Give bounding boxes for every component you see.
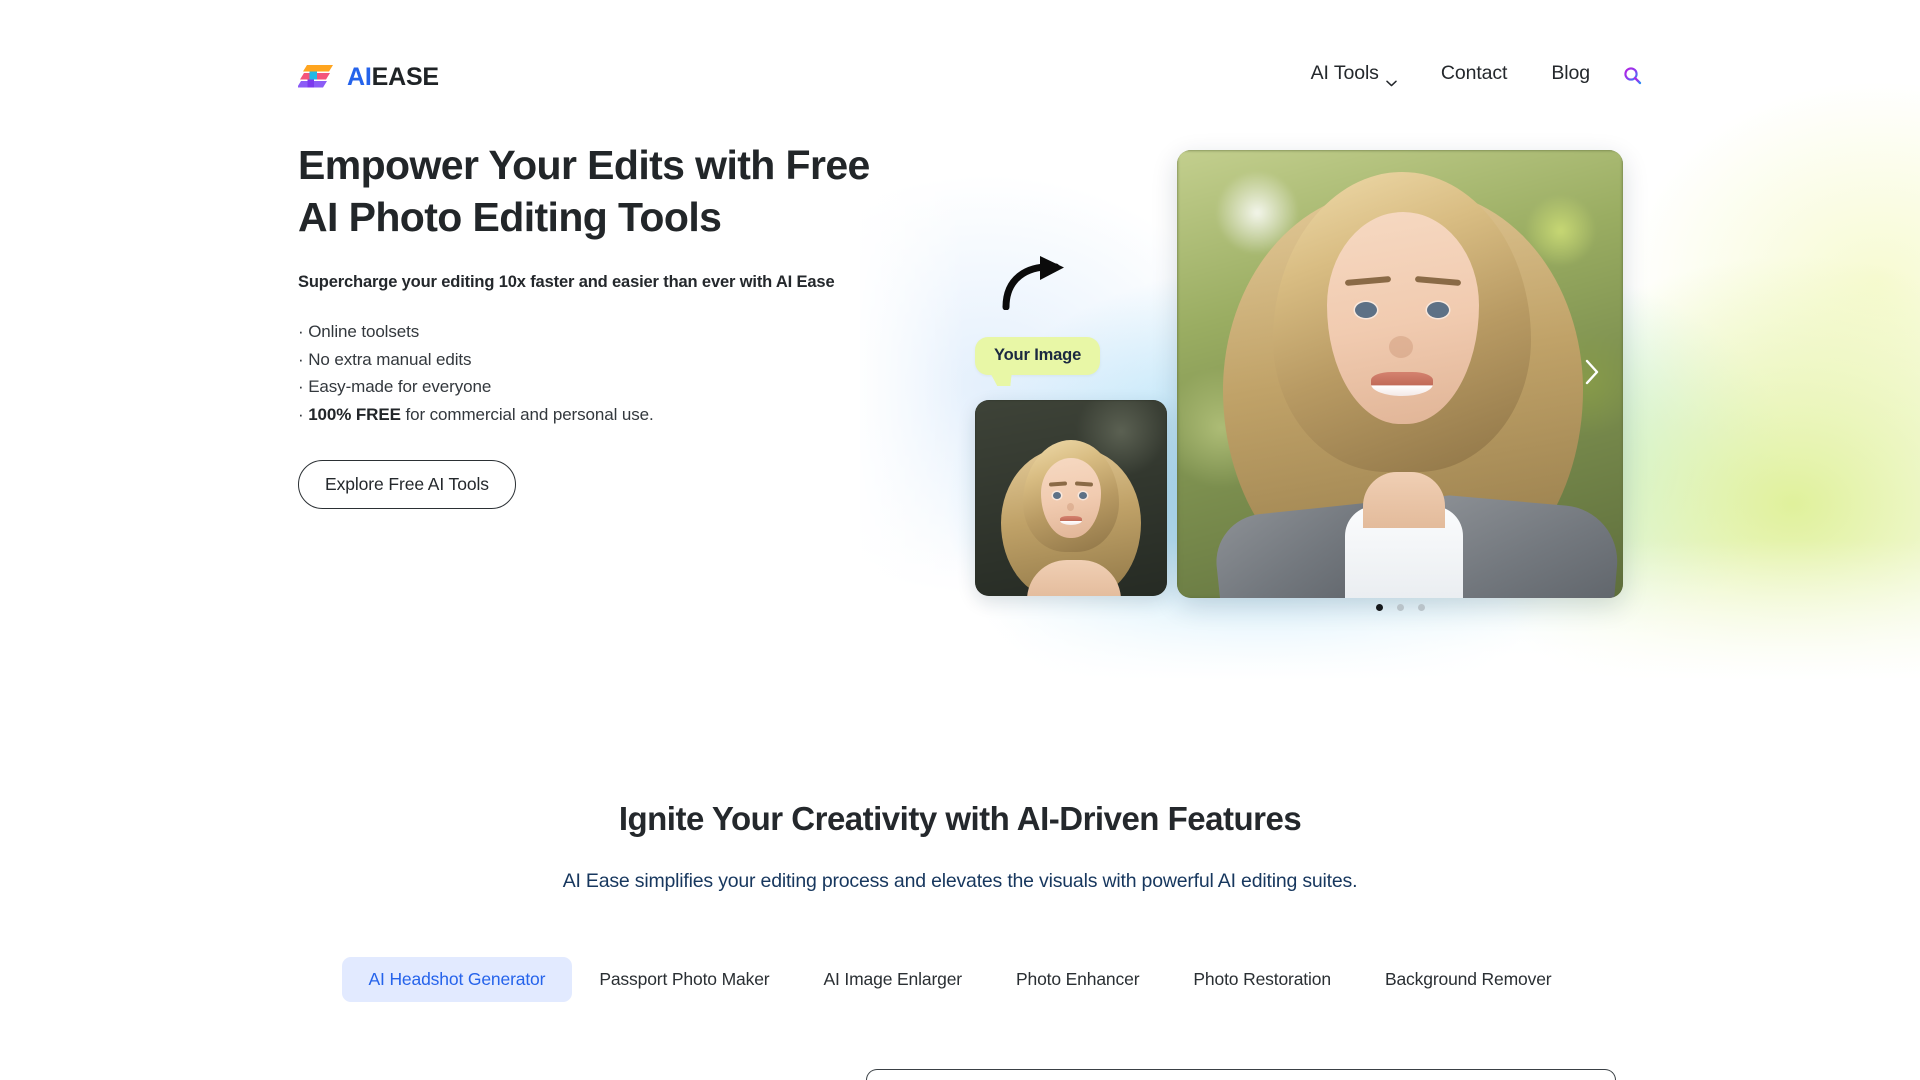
before-portrait-image (975, 400, 1167, 596)
hero-subtitle: Supercharge your editing 10x faster and … (298, 273, 835, 292)
feature-content-card-top-edge (866, 1069, 1616, 1080)
bullet-marker: · (298, 322, 309, 342)
after-portrait-image (1177, 150, 1623, 598)
features-subtitle: AI Ease simplifies your editing process … (562, 870, 1358, 892)
main-navigation: AI Tools Contact Blog (1310, 62, 1590, 87)
carousel-dot-1[interactable] (1375, 604, 1383, 611)
brand-logo-ai: AI (347, 62, 372, 91)
tab-passport-photo-maker[interactable]: Passport Photo Maker (572, 957, 796, 1002)
tab-ai-image-enlarger[interactable]: AI Image Enlarger (796, 957, 989, 1002)
bullet-text: No extra manual edits (308, 349, 472, 369)
carousel-after-image[interactable] (1177, 150, 1623, 598)
nav-item-ai-tools[interactable]: AI Tools (1310, 62, 1397, 87)
tab-photo-enhancer[interactable]: Photo Enhancer (989, 957, 1166, 1002)
hero-bullet-list: · Online toolsets · No extra manual edit… (298, 318, 938, 428)
carousel-next-button[interactable] (1575, 357, 1609, 391)
site-header: AIEASE AI Tools Contact Blog (0, 0, 1920, 130)
carousel-before-thumbnail[interactable] (975, 400, 1167, 596)
nav-item-contact-label: Contact (1440, 62, 1508, 84)
search-button[interactable] (1609, 55, 1655, 101)
nav-item-blog[interactable]: Blog (1551, 62, 1590, 85)
chevron-down-icon (1386, 70, 1397, 87)
tab-background-remover[interactable]: Background Remover (1358, 957, 1579, 1002)
explore-free-ai-tools-button[interactable]: Explore Free AI Tools (298, 460, 516, 510)
bullet-marker: · (298, 349, 309, 369)
carousel-dot-3[interactable] (1417, 604, 1425, 611)
hero-bullet-item: · No extra manual edits (298, 346, 938, 374)
brand-logo-ease: EASE (371, 62, 439, 91)
bullet-marker: · (298, 377, 309, 397)
brand-logo-text: AIEASE (347, 63, 439, 92)
hero-copy-block: Empower Your Edits with Free AI Photo Ed… (298, 140, 938, 510)
page-root: AIEASE AI Tools Contact Blog Empower You… (0, 0, 1920, 1080)
chevron-right-icon (1584, 359, 1600, 390)
bullet-text: Online toolsets (308, 322, 420, 342)
hero-bullet-item: · Easy-made for everyone (298, 373, 938, 401)
bullet-text-bold: 100% FREE (308, 404, 401, 424)
bullet-text: for commercial and personal use. (400, 404, 654, 424)
bullet-marker: · (298, 404, 309, 424)
features-title: Ignite Your Creativity with AI-Driven Fe… (618, 800, 1302, 837)
nav-item-ai-tools-label: AI Tools (1310, 62, 1379, 84)
carousel-dot-2[interactable] (1396, 604, 1404, 611)
hero-title-line-2: AI Photo Editing Tools (298, 193, 722, 240)
hero-title: Empower Your Edits with Free AI Photo Ed… (298, 140, 938, 243)
brand-logo[interactable]: AIEASE (297, 62, 439, 92)
aiease-logo-icon (297, 62, 336, 92)
curved-arrow-right-icon (1000, 255, 1080, 311)
hero-bullet-item: · Online toolsets (298, 318, 938, 346)
tab-ai-headshot-generator[interactable]: AI Headshot Generator (341, 957, 573, 1002)
features-section: Ignite Your Creativity with AI-Driven Fe… (0, 800, 1920, 1002)
search-icon (1623, 66, 1642, 90)
your-image-badge: Your Image (975, 337, 1101, 375)
features-tab-list: AI Headshot Generator Passport Photo Mak… (0, 957, 1920, 1002)
tab-photo-restoration[interactable]: Photo Restoration (1166, 957, 1358, 1002)
nav-item-contact[interactable]: Contact (1441, 62, 1508, 85)
hero-bullet-item: · 100% FREE for commercial and personal … (298, 401, 938, 429)
nav-item-blog-label: Blog (1551, 62, 1590, 84)
bullet-text: Easy-made for everyone (308, 377, 492, 397)
carousel-dots (1177, 604, 1623, 611)
hero-title-line-1: Empower Your Edits with Free (298, 142, 870, 188)
